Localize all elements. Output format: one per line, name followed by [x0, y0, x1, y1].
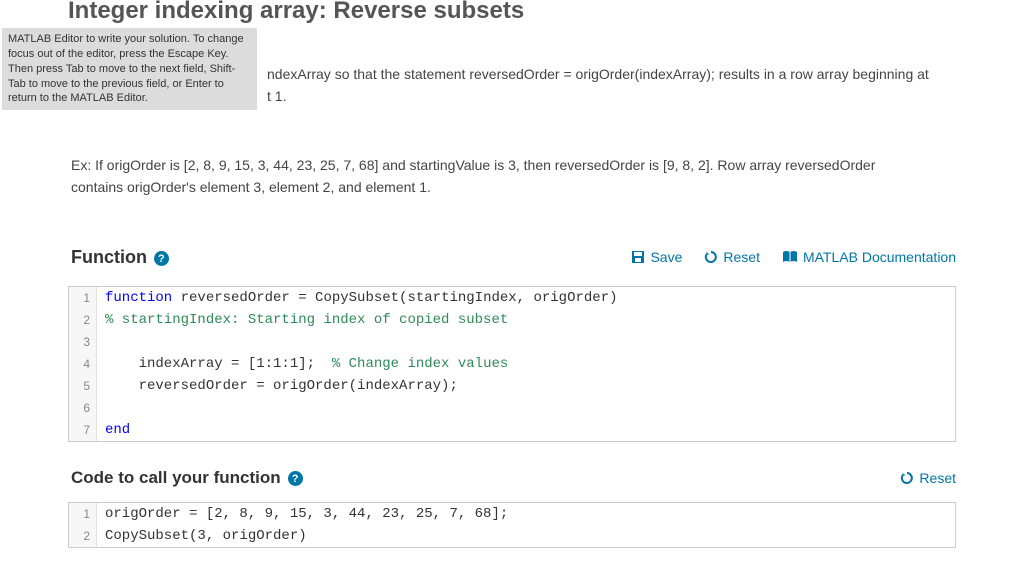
help-icon[interactable]: ?	[288, 471, 303, 486]
function-editor[interactable]: 1 function reversedOrder = CopySubset(sta…	[68, 286, 956, 442]
reset-icon	[900, 471, 914, 485]
example-text: Ex: If origOrder is [2, 8, 9, 15, 3, 44,…	[68, 154, 956, 199]
reset-icon	[704, 250, 718, 264]
editor-tooltip: MATLAB Editor to write your solution. To…	[2, 28, 257, 110]
docs-label: MATLAB Documentation	[803, 249, 956, 265]
save-icon	[631, 250, 645, 264]
line-number: 5	[69, 375, 97, 397]
code-text: CopySubset(3, origOrder)	[105, 528, 307, 544]
function-heading: Function	[71, 247, 147, 267]
code-keyword: function	[105, 290, 172, 306]
line-number: 6	[69, 397, 97, 419]
line-number: 3	[69, 331, 97, 353]
docs-link[interactable]: MATLAB Documentation	[782, 249, 956, 265]
line-number: 7	[69, 419, 97, 441]
line-number: 1	[69, 287, 97, 309]
code-text: origOrder = [2, 8, 9, 15, 3, 44, 23, 25,…	[105, 506, 508, 522]
code-comment: % startingIndex: Starting index of copie…	[105, 312, 508, 328]
page-title: Integer indexing array: Reverse subsets	[0, 0, 1024, 25]
save-label: Save	[650, 249, 682, 265]
line-number: 1	[69, 503, 97, 525]
help-icon[interactable]: ?	[154, 251, 169, 266]
book-icon	[782, 250, 798, 264]
problem-line-2: t 1.	[267, 88, 286, 104]
problem-line-1: ndexArray so that the statement reversed…	[267, 66, 929, 82]
call-heading: Code to call your function	[71, 468, 281, 487]
code-text: reversedOrder = origOrder(indexArray);	[105, 378, 458, 394]
reset-call-label: Reset	[919, 470, 956, 486]
code-keyword: end	[105, 422, 130, 438]
line-number: 2	[69, 309, 97, 331]
example-line-1: Ex: If origOrder is [2, 8, 9, 15, 3, 44,…	[71, 157, 875, 173]
line-number: 4	[69, 353, 97, 375]
code-text: reversedOrder = CopySubset(startingIndex…	[172, 290, 617, 306]
reset-call-button[interactable]: Reset	[900, 470, 956, 486]
line-number: 2	[69, 525, 97, 547]
reset-label: Reset	[723, 249, 760, 265]
example-line-2: contains origOrder's element 3, element …	[71, 179, 431, 195]
call-editor[interactable]: 1 origOrder = [2, 8, 9, 15, 3, 44, 23, 25…	[68, 502, 956, 548]
code-text: indexArray = [1:1:1];	[105, 356, 332, 372]
code-comment: % Change index values	[332, 356, 508, 372]
reset-button[interactable]: Reset	[704, 249, 760, 265]
save-button[interactable]: Save	[631, 249, 682, 265]
